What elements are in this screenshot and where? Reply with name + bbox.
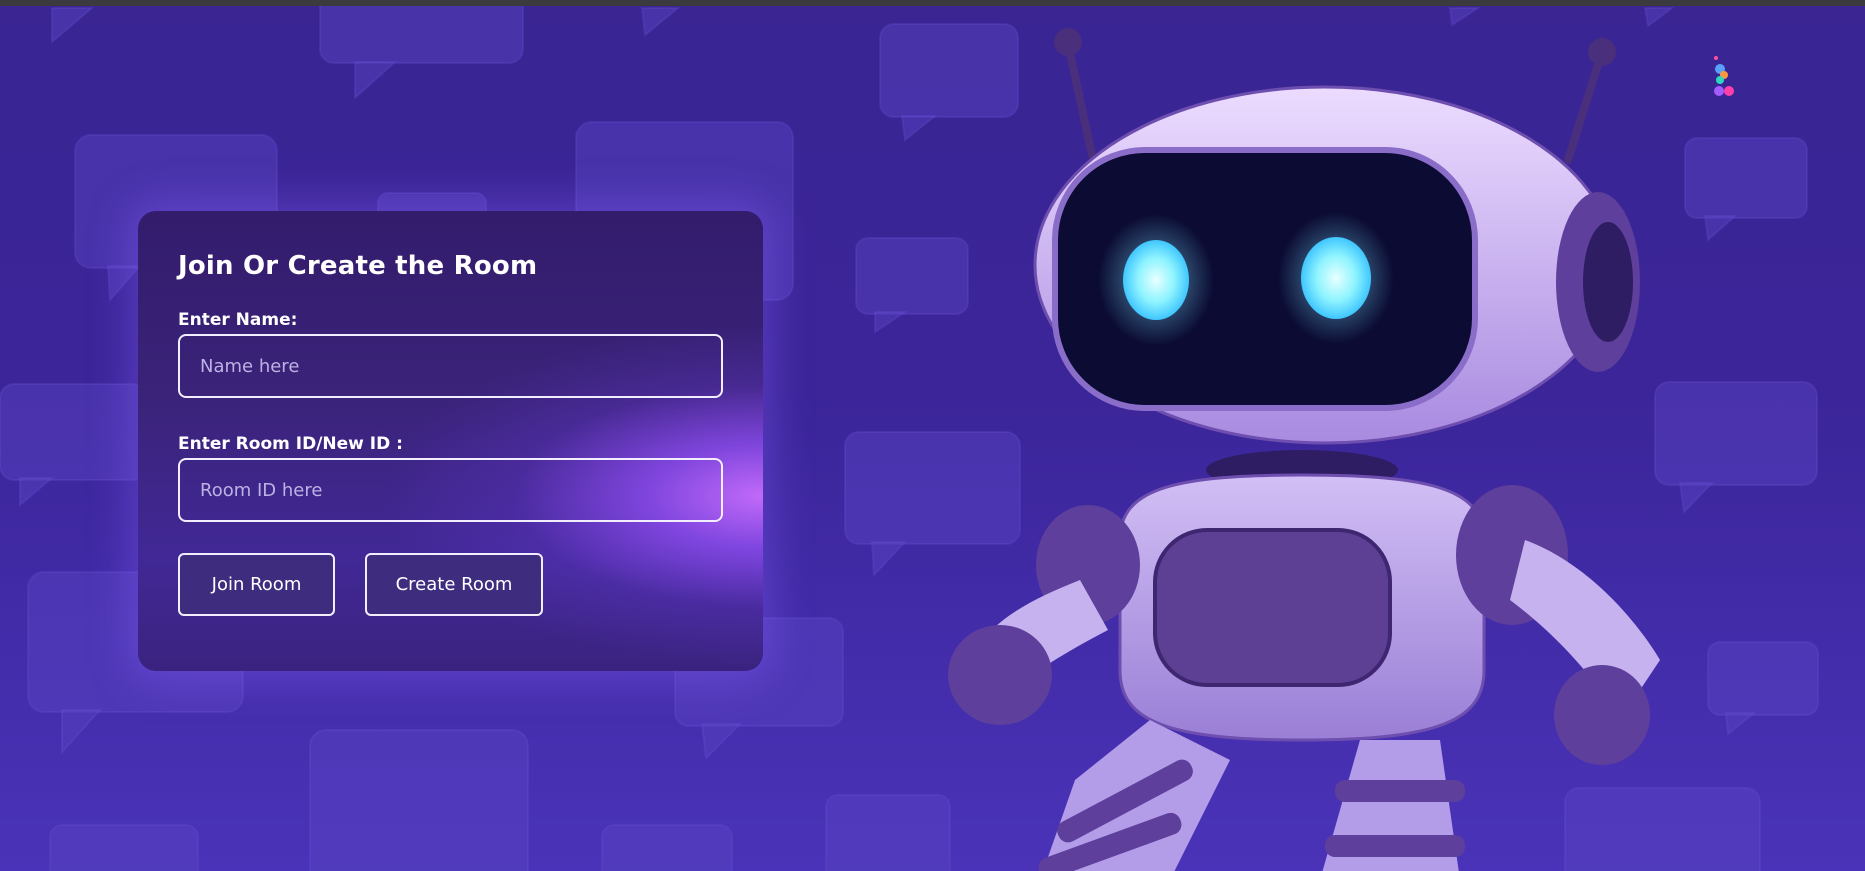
create-room-button[interactable]: Create Room xyxy=(365,553,543,616)
room-id-label: Enter Room ID/New ID : xyxy=(178,434,403,454)
app-logo-icon xyxy=(1714,56,1734,96)
room-id-input[interactable] xyxy=(178,458,723,522)
join-room-card: Join Or Create the Room Enter Name: Ente… xyxy=(138,211,763,671)
name-input[interactable] xyxy=(178,334,723,398)
browser-top-strip xyxy=(0,0,1865,6)
button-row: Join Room Create Room xyxy=(178,553,723,616)
join-room-button[interactable]: Join Room xyxy=(178,553,335,616)
card-title: Join Or Create the Room xyxy=(178,251,538,281)
name-label: Enter Name: xyxy=(178,310,298,330)
robot-illustration xyxy=(948,28,1660,871)
